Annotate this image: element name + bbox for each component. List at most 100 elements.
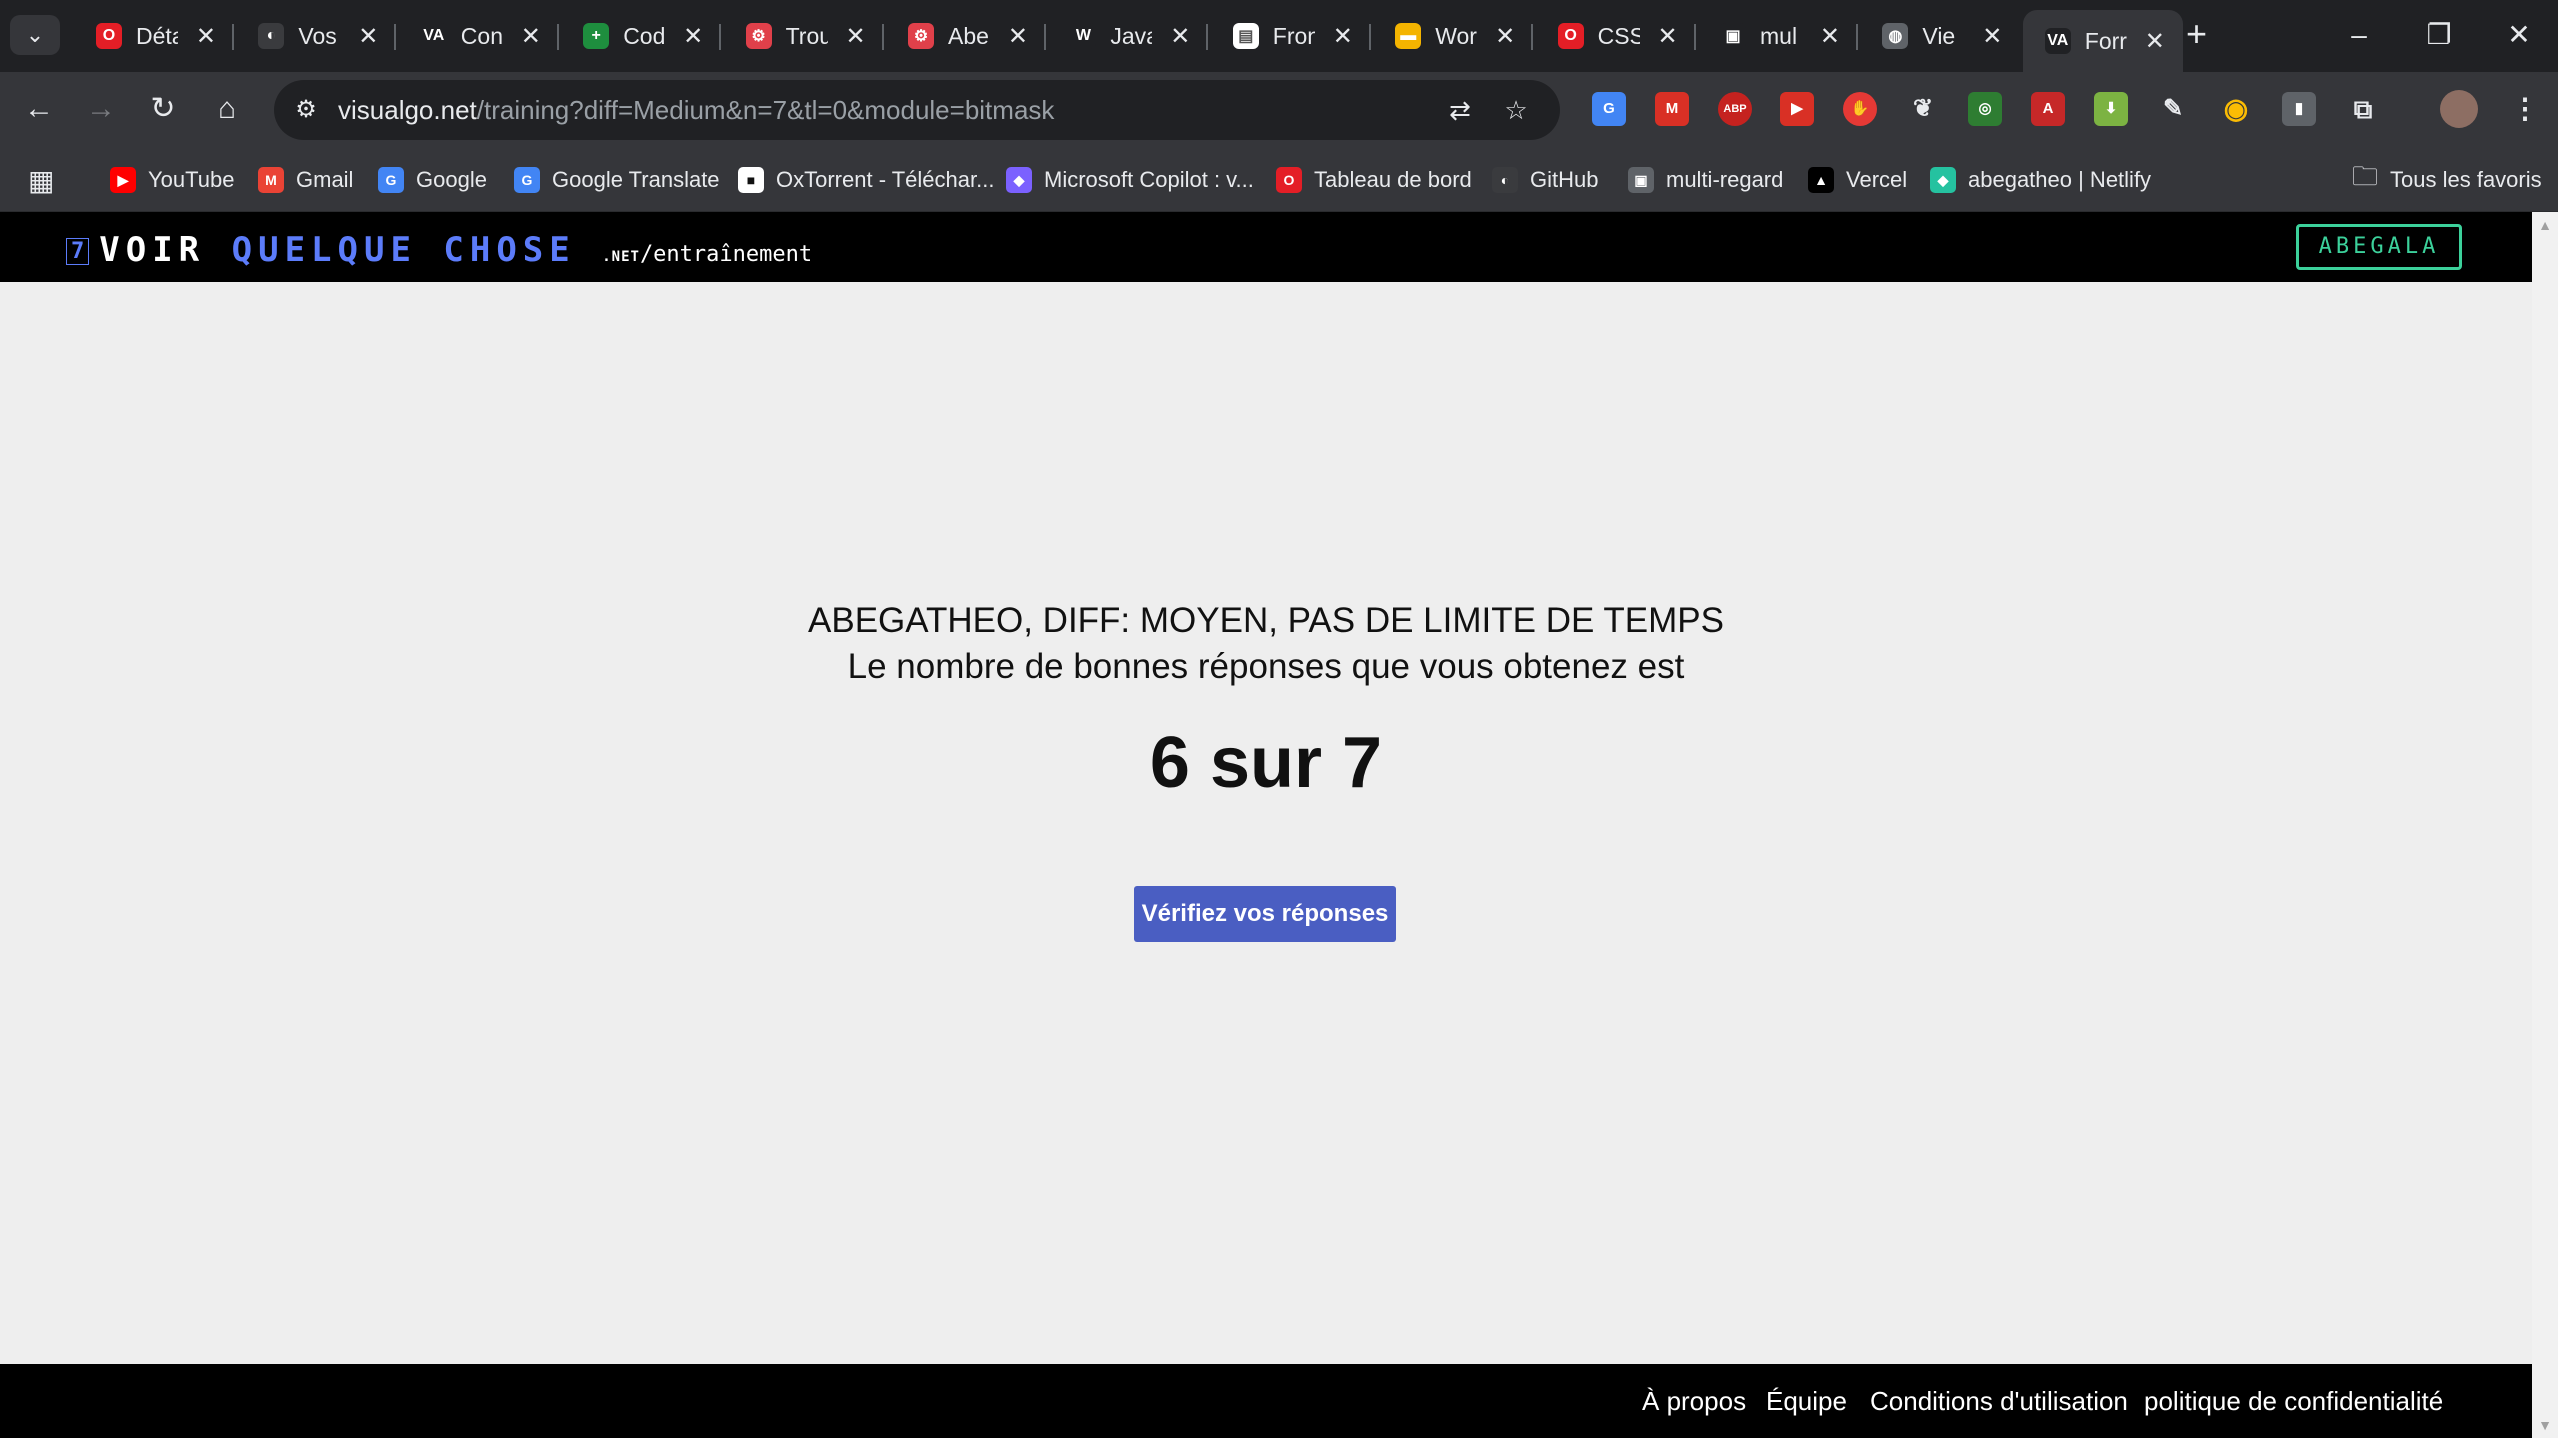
browser-tab[interactable]: ⚙ Trou ✕: [724, 10, 884, 62]
browser-tab[interactable]: + Cod ✕: [561, 10, 722, 62]
scroll-down-arrow[interactable]: ▼: [2532, 1412, 2558, 1438]
bookmark-label: YouTube: [148, 167, 235, 192]
logo-number: 7: [66, 238, 90, 265]
tab-search-button[interactable]: ⌄: [10, 15, 60, 55]
url-path: /training?diff=Medium&n=7&tl=0&module=bi…: [476, 95, 1055, 125]
user-account-button[interactable]: ABEGALA: [2296, 224, 2462, 270]
forward-button[interactable]: →: [78, 86, 124, 132]
gnome-extension-icon[interactable]: ❦: [1906, 92, 1940, 126]
browser-tab[interactable]: ⚙ Abe ✕: [886, 10, 1046, 62]
bookmark-item[interactable]: M Gmail: [258, 162, 353, 198]
address-bar[interactable]: ⚙ visualgo.net/training?diff=Medium&n=7&…: [274, 80, 1560, 140]
tab-close-icon[interactable]: ✕: [845, 22, 865, 51]
tab-separator: [881, 24, 884, 50]
bookmark-item[interactable]: ◆ abegatheo | Netlify: [1930, 162, 2151, 198]
footer-link-team[interactable]: Équipe: [1766, 1386, 1847, 1417]
back-button[interactable]: ←: [16, 86, 62, 132]
extensions-puzzle-icon[interactable]: ⧉: [2346, 92, 2380, 126]
browser-tab[interactable]: ◐ Vos ✕: [236, 10, 397, 62]
pdf-extension-icon[interactable]: A: [2031, 92, 2065, 126]
tab-close-icon[interactable]: ✕: [1333, 22, 1353, 51]
bookmark-label: Microsoft Copilot : v...: [1044, 167, 1254, 192]
chrome-menu-icon[interactable]: ⋮: [2508, 92, 2542, 126]
browser-tab[interactable]: VA Con ✕: [399, 10, 559, 62]
download-extension-icon[interactable]: ⬇: [2094, 92, 2128, 126]
restore-button[interactable]: ❐: [2404, 10, 2474, 60]
footer-link-privacy[interactable]: politique de confidentialité: [2144, 1386, 2443, 1417]
home-button[interactable]: ⌂: [204, 86, 250, 132]
chatgpt-icon: ⚙: [745, 23, 772, 49]
tab-close-icon[interactable]: ✕: [1008, 22, 1028, 51]
bookmark-item[interactable]: ◐ GitHub: [1492, 162, 1598, 198]
profile-avatar[interactable]: [2440, 90, 2478, 128]
new-tab-button[interactable]: +: [2186, 14, 2207, 54]
browser-tab[interactable]: W Java ✕: [1048, 10, 1209, 62]
slides-icon: ▬: [1395, 23, 1422, 49]
tab-separator: [1693, 24, 1696, 50]
all-bookmarks-folder[interactable]: 🗀 Tous les favoris: [2352, 161, 2542, 198]
browser-tab[interactable]: ▬ Wor ✕: [1373, 10, 1534, 62]
scroll-up-arrow[interactable]: ▲: [2532, 212, 2558, 238]
browser-tab[interactable]: VA Forr ✕: [2022, 10, 2183, 72]
reload-button[interactable]: ↻: [140, 86, 186, 132]
color-picker-extension-icon[interactable]: ◉: [2219, 92, 2253, 126]
footer-link-terms[interactable]: Conditions d'utilisation: [1870, 1386, 2128, 1417]
tab-close-icon[interactable]: ✕: [683, 22, 703, 51]
all-bookmarks-label: Tous les favoris: [2390, 167, 2542, 192]
browser-tab[interactable]: ▣ mul ✕: [1698, 10, 1858, 62]
eyedropper-extension-icon[interactable]: ✎: [2156, 92, 2190, 126]
page-icon: ▤: [1232, 23, 1259, 49]
tab-close-icon[interactable]: ✕: [358, 22, 378, 51]
visualgo-icon: VA: [420, 23, 447, 49]
bookmark-item[interactable]: O Tableau de bord: [1276, 162, 1472, 198]
tab-close-icon[interactable]: ✕: [1982, 22, 2002, 51]
bookmark-label: Gmail: [296, 167, 354, 192]
adblock-plus-icon[interactable]: ABP: [1718, 92, 1752, 126]
profile-extension-icon[interactable]: ▮: [2282, 92, 2316, 126]
tab-separator: [1044, 24, 1046, 50]
stop-hand-extension-icon[interactable]: ✋: [1843, 92, 1877, 126]
browser-tab[interactable]: ◍ Vie ✕: [1860, 10, 2020, 62]
tab-close-icon[interactable]: ✕: [1495, 22, 1515, 51]
footer-link-about[interactable]: À propos: [1642, 1386, 1746, 1417]
tab-close-icon[interactable]: ✕: [196, 22, 216, 51]
translate-page-icon[interactable]: ⇄: [1442, 92, 1478, 128]
google-translate-extension-icon[interactable]: G: [1592, 92, 1626, 126]
browser-tab[interactable]: O CSS ✕: [1536, 10, 1696, 62]
netlify-icon: ◆: [1930, 167, 1956, 193]
logo-word-2: QUELQUE CHOSE: [231, 230, 576, 270]
bookmark-item[interactable]: ◆ Microsoft Copilot : v...: [1006, 162, 1254, 198]
site-logo[interactable]: 7 VOIR QUELQUE CHOSE .NET/entraînement: [66, 230, 812, 270]
browser-tab[interactable]: ▤ Fron ✕: [1211, 10, 1371, 62]
folder-icon: 🗀: [2352, 161, 2379, 191]
apps-grid-icon[interactable]: ▦: [28, 162, 54, 198]
media-extension-icon[interactable]: ▶: [1780, 92, 1814, 126]
tab-separator: [1856, 24, 1858, 50]
tab-close-icon[interactable]: ✕: [1820, 22, 1840, 51]
bookmark-star-icon[interactable]: ☆: [1498, 92, 1534, 128]
mega-extension-icon[interactable]: M: [1655, 92, 1689, 126]
close-window-button[interactable]: ✕: [2484, 10, 2554, 60]
bookmark-item[interactable]: G Google: [378, 162, 487, 198]
globe-extension-icon[interactable]: ◎: [1968, 92, 2002, 126]
page-scrollbar[interactable]: ▲ ▼: [2532, 212, 2558, 1438]
bookmark-item[interactable]: G Google Translate: [514, 162, 720, 198]
tab-close-icon[interactable]: ✕: [1170, 22, 1190, 51]
tab-close-icon[interactable]: ✕: [2145, 27, 2165, 56]
site-info-icon[interactable]: ⚙: [290, 94, 322, 126]
check-answers-button[interactable]: Vérifiez vos réponses: [1134, 886, 1396, 942]
minimize-button[interactable]: –: [2324, 10, 2394, 60]
bookmark-label: Google: [416, 167, 487, 192]
tab-title: Vos: [298, 22, 337, 49]
url-text[interactable]: visualgo.net/training?diff=Medium&n=7&tl…: [338, 95, 1054, 126]
tab-close-icon[interactable]: ✕: [1657, 22, 1677, 51]
bookmark-item[interactable]: ▣ multi-regard: [1628, 162, 1783, 198]
tab-separator: [556, 24, 559, 50]
main-content: ABEGATHEO, DIFF: MOYEN, PAS DE LIMITE DE…: [0, 282, 2532, 1364]
bookmark-item[interactable]: ■ OxTorrent - Téléchar...: [738, 162, 994, 198]
tab-close-icon[interactable]: ✕: [521, 22, 541, 51]
bookmark-item[interactable]: ▶ YouTube: [110, 162, 234, 198]
tab-separator: [1368, 24, 1371, 50]
bookmark-item[interactable]: ▲ Vercel: [1808, 162, 1907, 198]
browser-tab[interactable]: O Déta ✕: [74, 10, 234, 62]
